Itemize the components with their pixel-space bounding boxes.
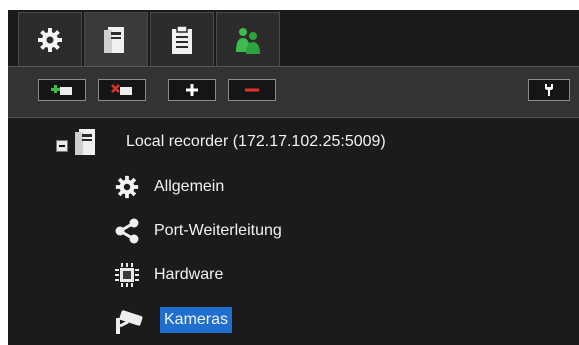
server-icon: [75, 129, 95, 155]
wrench-icon: [545, 84, 553, 96]
tree-item-label-selected: Kameras: [160, 307, 233, 333]
clipboard-icon: [172, 24, 192, 54]
tab-users[interactable]: [216, 12, 280, 66]
recorder-config-window: Local recorder (172.17.102.25:5009) Allg…: [8, 10, 579, 345]
share-icon: [115, 218, 139, 244]
minus-icon: [245, 88, 259, 92]
tree-item-kameras[interactable]: Kameras: [114, 300, 314, 340]
plus-icon: [186, 84, 198, 96]
add-recorder-icon: [51, 85, 72, 95]
users-icon: [236, 27, 260, 54]
add-recorder-button[interactable]: [38, 79, 86, 101]
toolbar: [8, 66, 579, 118]
tab-bar: [8, 10, 579, 66]
tree-item-label: Hardware: [154, 266, 224, 283]
add-button[interactable]: [168, 79, 216, 101]
server-icon: [104, 26, 124, 53]
chip-icon: [115, 263, 139, 287]
remove-recorder-icon: [111, 84, 132, 95]
tree-item-hardware[interactable]: Hardware: [114, 255, 314, 295]
gear-icon: [115, 175, 139, 199]
remove-button[interactable]: [228, 79, 276, 101]
tree-item-label: Port-Weiterleitung: [154, 222, 282, 239]
tab-clipboard[interactable]: [150, 12, 214, 66]
camera-icon: [116, 310, 143, 334]
gear-icon: [38, 27, 62, 52]
tools-button[interactable]: [528, 79, 570, 101]
tree-item-allgemein[interactable]: Allgemein: [114, 167, 314, 207]
remove-recorder-button[interactable]: [98, 79, 146, 101]
tree-item-label: Allgemein: [154, 178, 225, 195]
tree-item-port-weiterleitung[interactable]: Port-Weiterleitung: [114, 211, 374, 251]
collapse-toggle[interactable]: [56, 140, 68, 152]
tab-settings[interactable]: [18, 12, 82, 66]
tab-recorder[interactable]: [84, 12, 148, 66]
tree-root-label: Local recorder (172.17.102.25:5009): [126, 133, 386, 150]
tree-root-node[interactable]: Local recorder (172.17.102.25:5009): [74, 122, 494, 162]
